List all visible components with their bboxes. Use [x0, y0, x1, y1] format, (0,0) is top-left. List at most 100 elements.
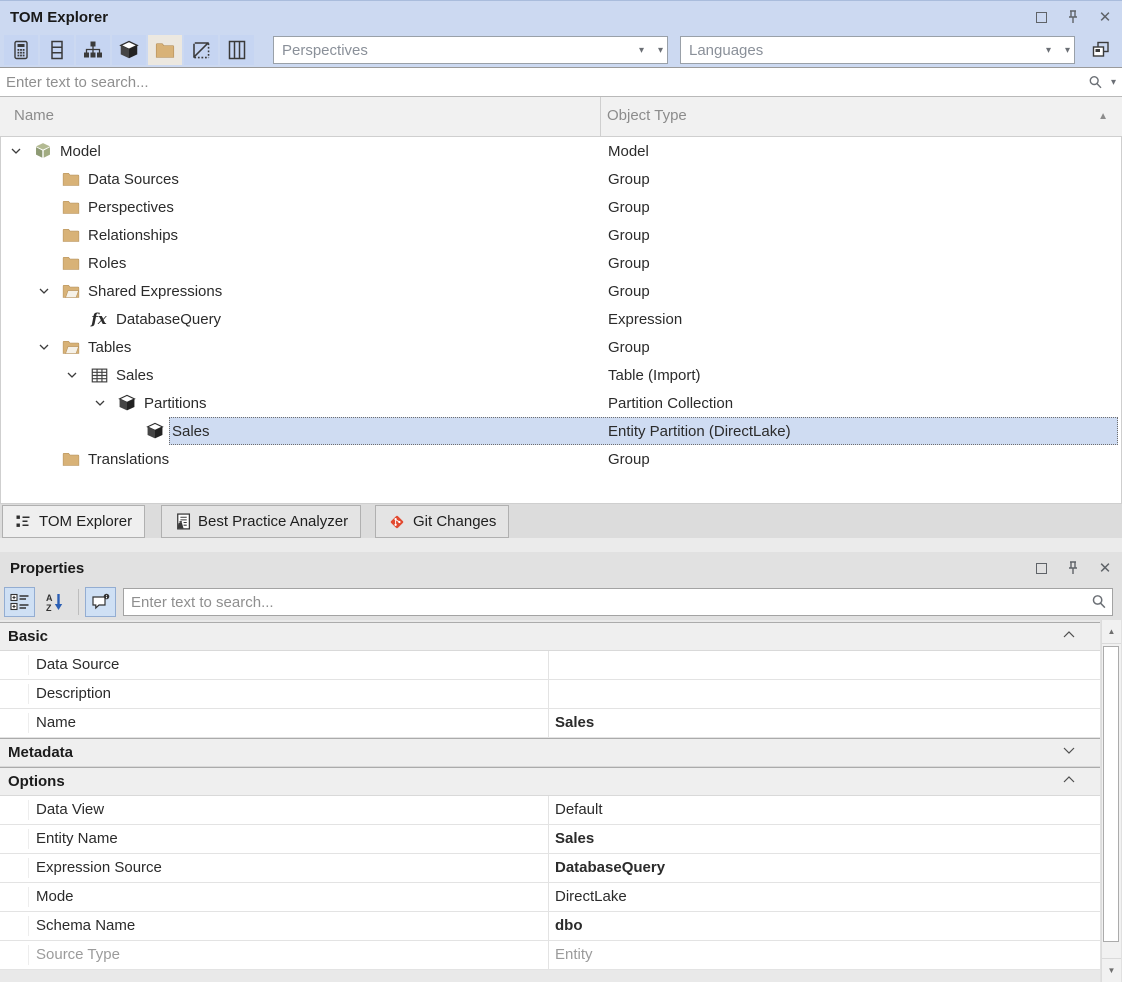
chevron-expanded-icon[interactable]	[39, 288, 49, 294]
tree-row-roles[interactable]: Roles Group	[1, 249, 1121, 277]
tom-toolbar: Perspectives ▾ ▾ Languages ▾ ▾	[0, 33, 1122, 67]
scroll-down-button[interactable]: ▼	[1102, 958, 1121, 982]
tree-row-sales-partition-selected[interactable]: Sales Entity Partition (DirectLake)	[1, 417, 1121, 445]
pin-button[interactable]	[1064, 8, 1082, 26]
tom-search-tools: ▾	[1088, 68, 1116, 96]
property-value: DatabaseQuery	[548, 854, 1100, 882]
perspectives-combobox[interactable]: Perspectives ▾ ▾	[273, 36, 668, 64]
close-button[interactable]: ✕	[1096, 559, 1114, 577]
chevron-down-icon[interactable]: ▾	[1065, 45, 1070, 56]
column-divider[interactable]	[600, 97, 601, 136]
property-row-expression-source[interactable]: Expression Source DatabaseQuery	[0, 854, 1100, 883]
pin-button[interactable]	[1064, 559, 1082, 577]
property-row-name[interactable]: Name Sales	[0, 709, 1100, 738]
folder-icon	[62, 451, 80, 467]
tree-row-sales-table[interactable]: Sales Table (Import)	[1, 361, 1121, 389]
maximize-button[interactable]	[1032, 8, 1050, 26]
tree-row-shared-expressions[interactable]: Shared Expressions Group	[1, 277, 1121, 305]
chevron-expanded-icon[interactable]	[39, 344, 49, 350]
property-row-data-view[interactable]: Data View Default	[0, 796, 1100, 825]
tree-row-data-sources[interactable]: Data Sources Group	[1, 165, 1121, 193]
property-row-mode[interactable]: Mode DirectLake	[0, 883, 1100, 912]
folder-icon	[155, 41, 175, 59]
tree-row-partitions[interactable]: Partitions Partition Collection	[1, 389, 1121, 417]
description-toggle-button[interactable]	[85, 587, 116, 617]
maximize-icon	[1036, 563, 1047, 574]
property-row-description[interactable]: Description	[0, 680, 1100, 709]
property-row-schema-name[interactable]: Schema Name dbo	[0, 912, 1100, 941]
chevron-expanded-icon[interactable]	[95, 400, 105, 406]
close-button[interactable]: ✕	[1096, 8, 1114, 26]
property-row-data-source[interactable]: Data Source	[0, 651, 1100, 680]
section-header-options[interactable]: Options	[0, 767, 1100, 796]
search-icon[interactable]	[1091, 594, 1107, 610]
measures-view-button[interactable]	[4, 35, 38, 65]
chevron-down-icon[interactable]: ▾	[1111, 77, 1116, 88]
chevron-expanded-icon[interactable]	[11, 148, 21, 154]
column-header-object-type[interactable]: Object Type	[607, 107, 687, 124]
properties-search-input[interactable]	[124, 589, 1112, 615]
tree-label: Sales	[172, 423, 210, 440]
tree-object-type: Group	[608, 451, 650, 468]
scroll-up-button[interactable]: ▲	[1102, 620, 1121, 644]
folder-icon	[62, 255, 80, 271]
cascade-windows-button[interactable]	[1084, 35, 1118, 65]
properties-titlebar: Properties ✕	[0, 552, 1122, 584]
tab-tom-explorer[interactable]: TOM Explorer	[2, 505, 145, 538]
tree-row-perspectives[interactable]: Perspectives Group	[1, 193, 1121, 221]
languages-combobox[interactable]: Languages ▾ ▾	[680, 36, 1075, 64]
chevron-down-icon[interactable]: ▾	[658, 45, 663, 56]
pin-icon	[1066, 9, 1080, 25]
chevron-up-icon[interactable]	[1063, 631, 1075, 638]
property-label: Name	[36, 714, 76, 731]
maximize-button[interactable]	[1032, 559, 1050, 577]
sort-ascending-icon[interactable]: ▲	[1098, 111, 1108, 122]
tree-object-type: Group	[608, 227, 650, 244]
section-header-basic[interactable]: Basic	[0, 622, 1100, 651]
tree-row-tables[interactable]: Tables Group	[1, 333, 1121, 361]
table-columns-button[interactable]	[220, 35, 254, 65]
property-value: Sales	[548, 825, 1100, 853]
partitions-view-button[interactable]	[112, 35, 146, 65]
languages-combobox-placeholder: Languages	[689, 42, 763, 59]
chevron-down-icon[interactable]: ▾	[639, 45, 644, 56]
chevron-down-icon[interactable]	[1063, 747, 1075, 754]
tree-label: Tables	[88, 339, 131, 356]
chevron-down-icon[interactable]: ▾	[1046, 45, 1051, 56]
tree-row-translations[interactable]: Translations Group	[1, 445, 1121, 473]
property-row-source-type[interactable]: Source Type Entity	[0, 941, 1100, 970]
alphabetical-sort-button[interactable]: AZ	[39, 587, 70, 617]
columns-view-button[interactable]	[40, 35, 74, 65]
section-header-metadata[interactable]: Metadata	[0, 738, 1100, 767]
tom-search-input[interactable]	[0, 68, 1122, 96]
tree-row-databasequery[interactable]: fx DatabaseQuery Expression	[1, 305, 1121, 333]
cube-icon	[119, 40, 139, 60]
tab-git-changes[interactable]: Git Changes	[375, 505, 509, 538]
scrollbar-thumb[interactable]	[1103, 646, 1119, 942]
property-row-entity-name[interactable]: Entity Name Sales	[0, 825, 1100, 854]
property-value	[548, 651, 1100, 679]
display-folders-button[interactable]	[148, 35, 182, 65]
properties-scrollbar[interactable]: ▲ ▼	[1101, 620, 1121, 982]
column-header-name[interactable]: Name	[14, 107, 54, 124]
properties-grid: Basic Data Source Description Name Sales…	[0, 620, 1100, 982]
tree-row-relationships[interactable]: Relationships Group	[1, 221, 1121, 249]
categorized-view-button[interactable]	[4, 587, 35, 617]
tree-object-type: Group	[608, 199, 650, 216]
tree-row-model[interactable]: Model Model	[1, 137, 1121, 165]
tree-object-type: Group	[608, 171, 650, 188]
tree-label: Data Sources	[88, 171, 179, 188]
folder-open-icon	[62, 283, 80, 299]
hierarchies-view-button[interactable]	[76, 35, 110, 65]
property-label: Data Source	[36, 656, 119, 673]
chevron-expanded-icon[interactable]	[67, 372, 77, 378]
perspectives-view-button[interactable]	[184, 35, 218, 65]
search-icon[interactable]	[1088, 75, 1103, 90]
tab-best-practice-analyzer[interactable]: Best Practice Analyzer	[161, 505, 361, 538]
tree-object-type: Table (Import)	[608, 367, 701, 384]
property-value: Entity	[548, 941, 1100, 969]
bottom-tabstrip: TOM Explorer Best Practice Analyzer Git …	[0, 503, 1122, 538]
close-icon: ✕	[1099, 561, 1112, 576]
chevron-up-icon[interactable]	[1063, 776, 1075, 783]
scroll-up-icon: ▲	[1108, 627, 1116, 636]
